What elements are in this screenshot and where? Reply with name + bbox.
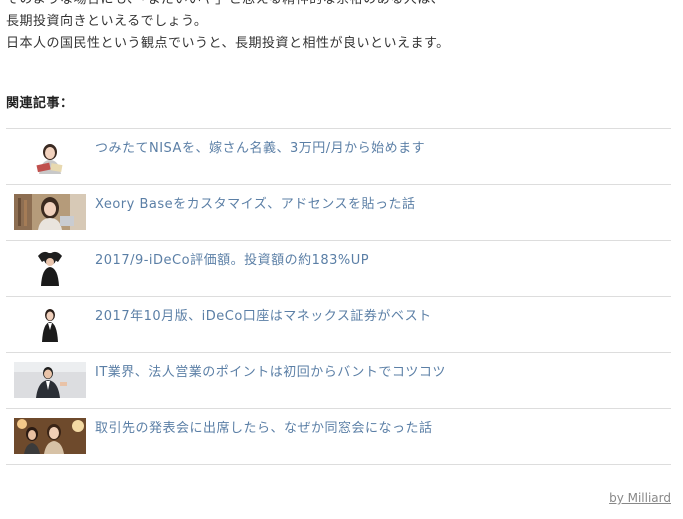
related-article-link[interactable]: IT業界、法人営業のポイントは初回からバントでコツコツ bbox=[95, 364, 446, 382]
milliard-credit-link[interactable]: by Milliard bbox=[609, 491, 671, 505]
related-article-link[interactable]: 取引先の発表会に出席したら、なぜか同窓会になった話 bbox=[95, 420, 433, 438]
related-article-link[interactable]: 2017年10月版、iDeCo口座はマネックス証券がベスト bbox=[95, 308, 432, 326]
related-articles-heading: 関連記事： bbox=[6, 96, 74, 111]
article-paragraph-line: そのような場合にも、「まだいいや」と思える精神的な余裕のある人は、 bbox=[6, 0, 671, 11]
article-paragraph-line: 長期投資向きといえるでしょう。 bbox=[6, 14, 208, 29]
related-article-link[interactable]: Xeory Baseをカスタマイズ、アドセンスを貼った話 bbox=[95, 196, 415, 214]
related-article-link[interactable]: 2017/9-iDeCo評価額。投資額の約183%UP bbox=[95, 252, 369, 270]
related-articles-list: つみたてNISAを、嫁さん名義、3万円/月から始めます Xeory Baseをカ… bbox=[6, 128, 671, 465]
article-paragraph-line: 日本人の国民性という観点でいうと、長期投資と相性が良いといえます。 bbox=[6, 36, 450, 51]
businessman-presenting-thumbnail[interactable] bbox=[14, 362, 86, 398]
article-content: そのような場合にも、「まだいいや」と思える精神的な余裕のある人は、 長期投資向き… bbox=[6, 0, 671, 465]
woman-with-money-thumbnail[interactable] bbox=[14, 138, 86, 174]
man-hands-on-head-thumbnail[interactable] bbox=[14, 250, 86, 286]
related-article-item[interactable]: 2017年10月版、iDeCo口座はマネックス証券がベスト bbox=[6, 297, 671, 353]
related-article-item[interactable]: Xeory Baseをカスタマイズ、アドセンスを貼った話 bbox=[6, 185, 671, 241]
related-article-item[interactable]: IT業界、法人営業のポイントは初回からバントでコツコツ bbox=[6, 353, 671, 409]
related-article-item[interactable]: つみたてNISAを、嫁さん名義、3万円/月から始めます bbox=[6, 129, 671, 185]
related-article-link[interactable]: つみたてNISAを、嫁さん名義、3万円/月から始めます bbox=[95, 140, 425, 158]
party-people-thumbnail[interactable] bbox=[14, 418, 86, 454]
woman-at-laptop-thumbnail[interactable] bbox=[14, 194, 86, 230]
related-article-item[interactable]: 取引先の発表会に出席したら、なぜか同窓会になった話 bbox=[6, 409, 671, 465]
woman-in-suit-thumbnail[interactable] bbox=[14, 306, 86, 342]
related-article-item[interactable]: 2017/9-iDeCo評価額。投資額の約183%UP bbox=[6, 241, 671, 297]
